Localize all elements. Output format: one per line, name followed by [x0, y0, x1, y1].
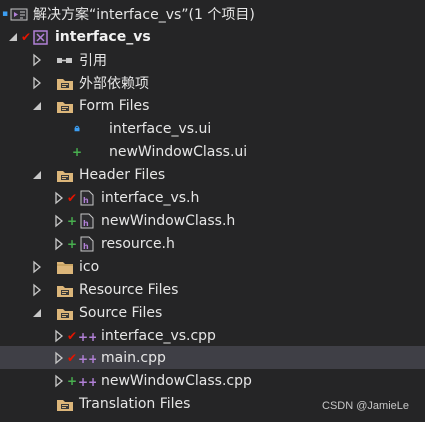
external-deps-label: 外部依赖项 — [79, 75, 149, 92]
expand-arrow-icon[interactable] — [52, 329, 66, 343]
source-file-row-selected[interactable]: ✔ main.cpp — [0, 346, 425, 369]
source-files-label: Source Files — [79, 304, 163, 321]
lock-icon: 🔒︎ — [74, 123, 80, 134]
lock-status-icon: ▪ — [1, 8, 9, 19]
translation-files-label: Translation Files — [79, 395, 191, 412]
expand-arrow-icon[interactable] — [30, 53, 44, 67]
header-file-label: interface_vs.h — [101, 189, 200, 206]
source-file-row[interactable]: ✔ interface_vs.cpp — [0, 324, 425, 347]
watermark: CSDN @JamieLe — [322, 400, 409, 412]
cpp-project-icon — [32, 29, 50, 45]
form-files-label: Form Files — [79, 97, 150, 114]
header-file-icon — [78, 236, 96, 252]
filter-folder-icon — [56, 98, 74, 114]
checked-out-icon: ✔ — [66, 328, 78, 343]
collapse-arrow-icon[interactable] — [30, 99, 44, 113]
added-icon: + — [71, 144, 83, 159]
source-file-label: newWindowClass.cpp — [101, 372, 252, 389]
cpp-file-icon — [78, 350, 96, 366]
ico-label: ico — [79, 258, 100, 275]
filter-folder-icon — [56, 167, 74, 183]
expand-arrow-icon[interactable] — [30, 76, 44, 90]
expand-arrow-icon[interactable] — [52, 374, 66, 388]
folder-icon — [56, 75, 74, 91]
header-file-label: resource.h — [101, 235, 175, 252]
project-label: interface_vs — [55, 28, 151, 45]
references-row[interactable]: 引用 — [0, 48, 425, 71]
solution-label: 解决方案“interface_vs”(1 个项目) — [33, 6, 255, 23]
expand-arrow-icon[interactable] — [52, 237, 66, 251]
solution-row[interactable]: ▪ 解决方案“interface_vs”(1 个项目) — [0, 2, 425, 25]
form-file-row[interactable]: + newWindowClass.ui — [0, 140, 425, 163]
checked-out-icon: ✔ — [66, 350, 78, 365]
references-label: 引用 — [79, 52, 107, 69]
expand-arrow-icon[interactable] — [30, 260, 44, 274]
header-file-icon — [78, 213, 96, 229]
collapse-arrow-icon[interactable] — [30, 168, 44, 182]
resource-files-row[interactable]: Resource Files — [0, 278, 425, 301]
expand-arrow-icon[interactable] — [52, 214, 66, 228]
added-icon: + — [66, 213, 78, 228]
collapse-arrow-icon[interactable] — [30, 306, 44, 320]
source-file-label: interface_vs.cpp — [101, 327, 216, 344]
header-file-icon — [78, 190, 96, 206]
header-files-label: Header Files — [79, 166, 166, 183]
expand-arrow-icon[interactable] — [30, 283, 44, 297]
source-files-row[interactable]: Source Files — [0, 301, 425, 324]
header-file-row[interactable]: + newWindowClass.h — [0, 209, 425, 232]
cpp-file-icon — [78, 328, 96, 344]
form-files-row[interactable]: Form Files — [0, 94, 425, 117]
resource-files-label: Resource Files — [79, 281, 179, 298]
external-deps-row[interactable]: 外部依赖项 — [0, 71, 425, 94]
filter-folder-icon — [56, 396, 74, 412]
added-icon: + — [66, 373, 78, 388]
checked-out-icon: ✔ — [66, 190, 78, 205]
header-file-row[interactable]: + resource.h — [0, 232, 425, 255]
ico-folder-row[interactable]: ico — [0, 255, 425, 278]
checked-out-icon: ✔ — [20, 29, 32, 44]
collapse-arrow-icon[interactable] — [6, 30, 20, 44]
expand-arrow-icon[interactable] — [52, 351, 66, 365]
solution-icon — [10, 6, 28, 22]
filter-folder-icon — [56, 305, 74, 321]
header-file-row[interactable]: ✔ interface_vs.h — [0, 186, 425, 209]
expand-arrow-icon[interactable] — [52, 191, 66, 205]
folder-icon — [56, 259, 74, 275]
source-file-row[interactable]: + newWindowClass.cpp — [0, 369, 425, 392]
references-icon — [56, 52, 74, 68]
form-file-label: interface_vs.ui — [109, 120, 212, 137]
filter-folder-icon — [56, 282, 74, 298]
cpp-file-icon — [78, 373, 96, 389]
form-file-row[interactable]: 🔒︎ interface_vs.ui — [0, 117, 425, 140]
form-file-label: newWindowClass.ui — [109, 143, 248, 160]
added-icon: + — [66, 236, 78, 251]
source-file-label: main.cpp — [101, 349, 166, 366]
header-file-label: newWindowClass.h — [101, 212, 236, 229]
project-row[interactable]: ✔ interface_vs — [0, 25, 425, 48]
header-files-row[interactable]: Header Files — [0, 163, 425, 186]
